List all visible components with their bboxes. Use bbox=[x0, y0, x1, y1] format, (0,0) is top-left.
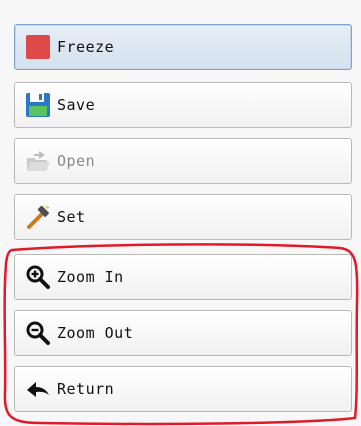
save-disk-icon bbox=[25, 92, 51, 118]
zoom-in-button[interactable]: Zoom In bbox=[14, 254, 352, 300]
set-button[interactable]: Set bbox=[14, 194, 352, 240]
freeze-label: Freeze bbox=[57, 37, 115, 56]
save-label: Save bbox=[57, 95, 96, 114]
zoom-in-icon bbox=[25, 264, 51, 290]
open-label: Open bbox=[57, 151, 96, 170]
freeze-icon bbox=[25, 34, 51, 60]
open-button[interactable]: Open bbox=[14, 138, 352, 184]
return-button[interactable]: Return bbox=[14, 366, 352, 412]
zoom-out-button[interactable]: Zoom Out bbox=[14, 310, 352, 356]
zoom-out-label: Zoom Out bbox=[57, 323, 134, 342]
back-arrow-icon bbox=[25, 376, 51, 402]
hammer-icon bbox=[25, 204, 51, 230]
return-label: Return bbox=[57, 379, 115, 398]
zoom-out-icon bbox=[25, 320, 51, 346]
folder-open-icon bbox=[25, 148, 51, 174]
freeze-button[interactable]: Freeze bbox=[14, 24, 352, 70]
set-label: Set bbox=[57, 207, 86, 226]
zoom-in-label: Zoom In bbox=[57, 267, 124, 286]
toolbar-panel: Freeze Save Open Set Zoom In Zoom Out Re… bbox=[0, 0, 361, 426]
save-button[interactable]: Save bbox=[14, 82, 352, 128]
